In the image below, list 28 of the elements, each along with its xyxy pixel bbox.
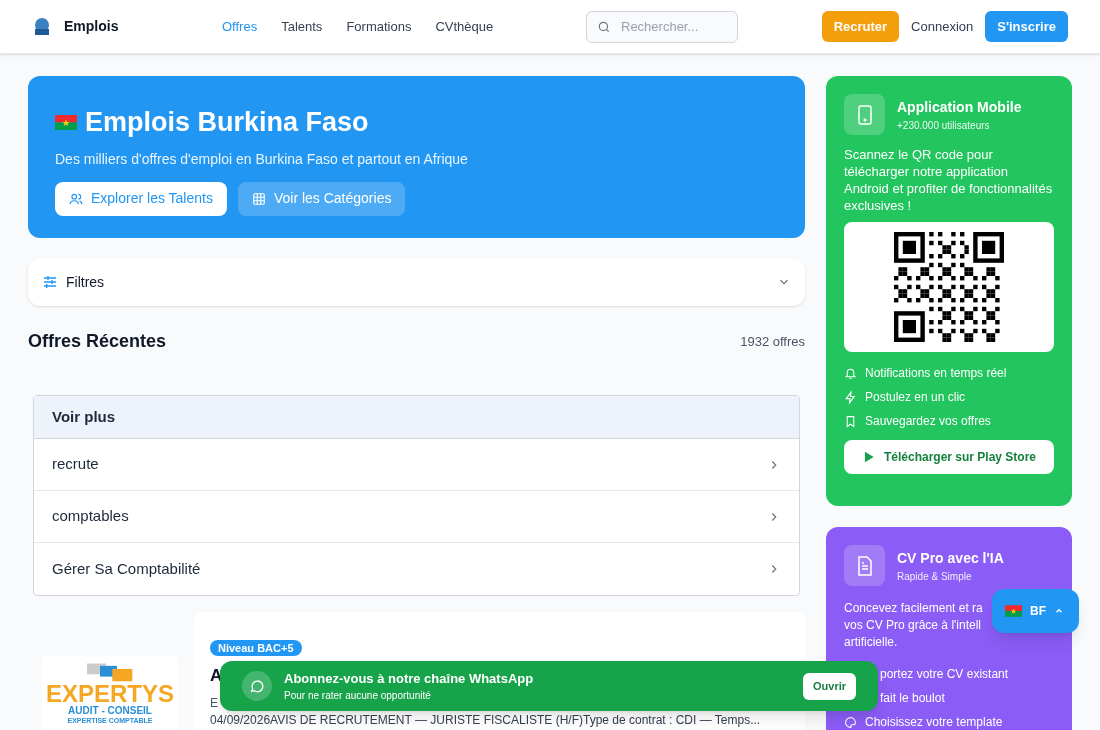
card-description: artificielle. xyxy=(844,634,898,651)
feature-text: fait le boulot xyxy=(880,690,945,707)
logo-text: EXPERTYS xyxy=(45,682,174,705)
card-subtitle: Rapide & Simple xyxy=(897,569,973,584)
logo-tagline: AUDIT - CONSEIL xyxy=(68,705,152,716)
card-description: Concevez facilement et ra xyxy=(844,600,983,617)
feature-text: Choisissez votre template xyxy=(865,714,1003,730)
country-code: BF xyxy=(1030,603,1046,620)
banner-title: Abonnez-vous à notre chaîne WhatsApp xyxy=(284,669,534,688)
list-header: Voir plus xyxy=(34,396,799,439)
feature-text: Postulez en un clic xyxy=(865,389,966,406)
feature-text: Sauvegardez vos offres xyxy=(865,413,991,430)
card-description: vos CV Pro grâce à l'intell xyxy=(844,617,981,634)
job-meta: E xyxy=(210,696,218,710)
hero-title: Emplois Burkina Faso xyxy=(85,106,369,139)
offer-count: 1932 offres xyxy=(740,332,805,351)
card-subtitle: +230.000 utilisateurs xyxy=(897,118,991,133)
feature-text: portez votre CV existant xyxy=(880,666,1009,683)
section-title: Offres Récentes xyxy=(28,330,167,353)
filters-label: Filtres xyxy=(66,272,105,292)
card-description: Scannez le QR code pour télécharger notre application Android et profiter de fonctionnalités exclusives ! xyxy=(844,146,1054,214)
job-description: 04/09/2026AVIS DE RECRUTEMENT — JURISTE FISCALISTE (H/F)Type de contrat : CDI — Temps... xyxy=(210,713,761,727)
card-title: CV Pro avec l'IA xyxy=(897,548,1004,568)
level-badge: Niveau BAC+5 xyxy=(210,640,302,656)
hero-subtitle: Des milliers d'offres d'emploi en Burkina Faso et partout en Afrique xyxy=(55,149,469,169)
card-title: Application Mobile xyxy=(897,97,1022,117)
banner-subtitle: Pour ne rater aucune opportunité xyxy=(284,689,432,704)
feature-text: Notifications en temps réel xyxy=(865,365,1007,382)
